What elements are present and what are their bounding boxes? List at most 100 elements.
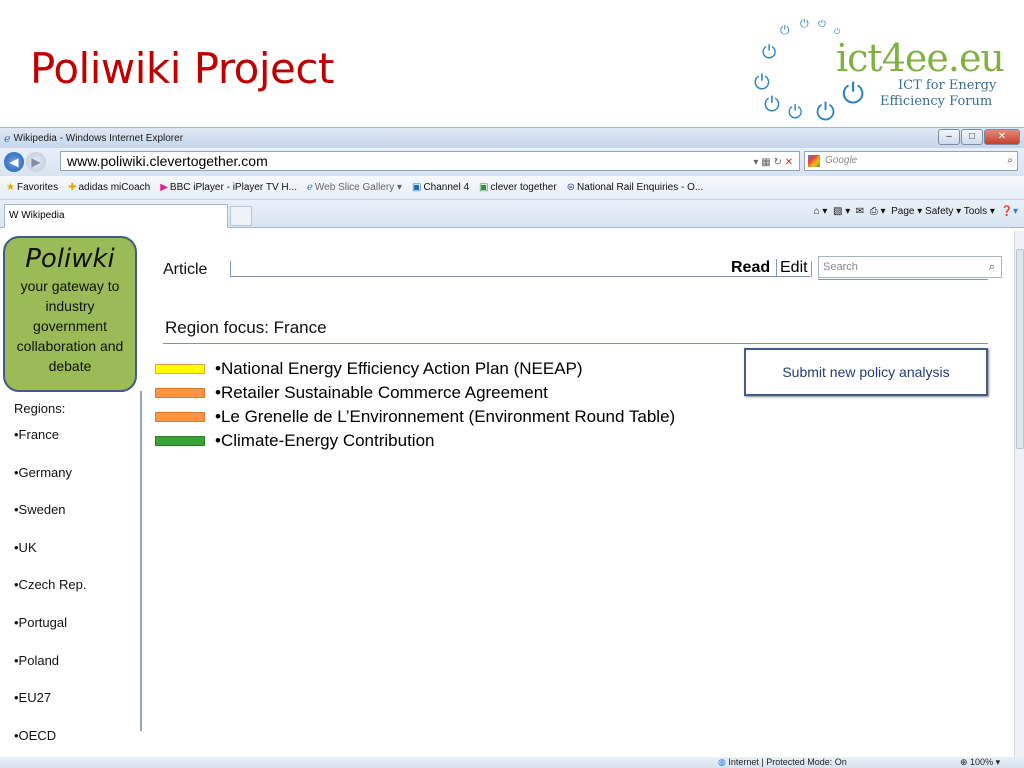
region-link-uk[interactable]: •UK [14, 540, 86, 578]
heading-rule [163, 343, 988, 344]
window-controls: – □ ✕ [937, 129, 1020, 145]
favorite-link[interactable]: ⊜ National Rail Enquiries - O... [567, 182, 704, 193]
help-icon[interactable]: ❓▾ [1001, 206, 1018, 217]
regions-list: •France •Germany •Sweden •UK •Czech Rep.… [14, 427, 86, 765]
policy-item[interactable]: •Climate-Energy Contribution [155, 429, 675, 453]
star-icon: ★ [6, 182, 15, 193]
tab-edit[interactable]: Edit [776, 259, 812, 277]
browser-search-input[interactable]: Google ⌕ [804, 151, 1018, 171]
channel4-icon: ▣ [412, 182, 422, 193]
favorites-button[interactable]: ★ Favorites [6, 182, 58, 193]
policy-color-swatch [155, 388, 205, 398]
page-heading: Region focus: France [165, 318, 327, 337]
security-zone-status: ◍ Internet | Protected Mode: On [718, 757, 847, 767]
address-input[interactable]: www.poliwiki.clevertogether.com ▾ ▦ ↻ ✕ [60, 151, 800, 171]
mail-icon[interactable]: ✉ [856, 206, 864, 217]
maximize-button[interactable]: □ [961, 129, 983, 145]
policy-label: •Climate-Energy Contribution [215, 431, 435, 450]
back-button[interactable]: ◀ [4, 152, 24, 172]
command-bar[interactable]: ⌂ ▾ ▧ ▾ ✉ ⎙ ▾ Page ▾ Safety ▾ Tools ▾ ❓▾ [814, 206, 1018, 217]
power-icon: ⏻ [762, 42, 777, 63]
home-icon[interactable]: ⌂ ▾ [814, 206, 828, 217]
address-bar-row: ◀ ▶ www.poliwiki.clevertogether.com ▾ ▦ … [0, 148, 1024, 176]
favorite-link[interactable]: ✚ adidas miCoach [68, 182, 150, 193]
power-icon: ⏻ [816, 98, 835, 126]
wiki-search-input[interactable]: Search ⌕ [818, 256, 1002, 278]
tab-divider-line [230, 261, 810, 277]
feeds-icon[interactable]: ▧ ▾ [833, 206, 850, 217]
minimize-button[interactable]: – [938, 129, 960, 145]
power-icon: ⏻ [834, 27, 841, 36]
vertical-scrollbar[interactable] [1014, 231, 1024, 757]
policy-item[interactable]: •National Energy Efficiency Action Plan … [155, 357, 675, 381]
tab-read[interactable]: Read [731, 259, 770, 277]
tab-row: W Wikipedia ⌂ ▾ ▧ ▾ ✉ ⎙ ▾ Page ▾ Safety … [0, 200, 1024, 228]
address-icons: ▾ ▦ ↻ ✕ [753, 154, 793, 172]
region-link-poland[interactable]: •Poland [14, 653, 86, 691]
regions-label: Regions: [14, 401, 66, 416]
ie-icon: ℯ [4, 132, 11, 145]
submit-policy-button[interactable]: Submit new policy analysis [744, 348, 988, 396]
poliwiki-logo-title: Poliwki [25, 244, 115, 274]
window-titlebar: ℯ Wikipedia - Windows Internet Explorer … [0, 128, 1024, 148]
tab-article[interactable]: Article [163, 261, 207, 279]
policy-label: •National Energy Efficiency Action Plan … [215, 359, 583, 378]
search-icon[interactable]: ⌕ [989, 257, 995, 277]
stop-icon[interactable]: ✕ [785, 157, 793, 168]
ict4ee-logo: ⏻ ⏻ ⏻ ⏻ ⏻ ⏻ ⏻ ⏻ ⏻ ⏻ ict4ee.eu ICT for En… [748, 14, 1018, 126]
favorite-link[interactable]: ▶ BBC iPlayer - iPlayer TV H... [160, 182, 297, 193]
close-button[interactable]: ✕ [984, 129, 1020, 145]
new-tab-button[interactable] [230, 206, 252, 226]
policy-color-swatch [155, 364, 205, 374]
slide-title: Poliwiki Project [30, 44, 334, 93]
logo-subtitle-line1: ICT for Energy [898, 78, 997, 93]
policy-item[interactable]: •Retailer Sustainable Commerce Agreement [155, 381, 675, 405]
region-link-portugal[interactable]: •Portugal [14, 615, 86, 653]
power-icon: ⏻ [818, 19, 826, 30]
policy-label: •Retailer Sustainable Commerce Agreement [215, 383, 548, 402]
region-link-czech-rep[interactable]: •Czech Rep. [14, 577, 86, 615]
status-bar: ◍ Internet | Protected Mode: On ⊕ 100% ▾ [0, 757, 1024, 768]
forward-button[interactable]: ▶ [26, 152, 46, 172]
favorite-link[interactable]: ▣ Channel 4 [412, 182, 469, 193]
power-icon: ⏻ [842, 77, 865, 110]
policy-list: •National Energy Efficiency Action Plan … [155, 357, 675, 453]
favorite-link[interactable]: ▣ clever together [479, 182, 557, 193]
sidebar-divider [140, 391, 142, 731]
logo-subtitle-line2: Efficiency Forum [880, 94, 993, 109]
zoom-level[interactable]: ⊕ 100% ▾ [960, 757, 1000, 768]
region-link-eu27[interactable]: •EU27 [14, 690, 86, 728]
add-favorite-icon: ✚ [68, 182, 77, 193]
browser-window: ℯ Wikipedia - Windows Internet Explorer … [0, 127, 1024, 768]
poliwiki-logo-box[interactable]: Poliwki your gateway to industry governm… [3, 236, 137, 392]
web-slice-icon: ℯ [306, 182, 313, 193]
power-icon: ⏻ [764, 92, 780, 116]
power-icon: ⏻ [780, 23, 790, 37]
policy-color-swatch [155, 436, 205, 446]
policy-color-swatch [155, 412, 205, 422]
policy-item[interactable]: •Le Grenelle de L’Environnement (Environ… [155, 405, 675, 429]
address-url: www.poliwiki.clevertogether.com [67, 153, 268, 169]
wiki-search-placeholder: Search [823, 261, 858, 273]
region-link-sweden[interactable]: •Sweden [14, 502, 86, 540]
power-icon: ⏻ [800, 17, 809, 30]
globe-icon: ◍ [718, 757, 726, 767]
poliwiki-tagline: your gateway to industry government coll… [16, 278, 124, 374]
region-link-france[interactable]: •France [14, 427, 86, 465]
browser-search-placeholder: Google [825, 155, 858, 166]
browser-tab[interactable]: W Wikipedia [4, 204, 228, 228]
power-icon: ⏻ [788, 102, 803, 123]
scrollbar-thumb[interactable] [1016, 249, 1024, 449]
iplayer-icon: ▶ [160, 182, 168, 193]
print-icon[interactable]: ⎙ ▾ [870, 206, 886, 217]
window-title: Wikipedia - Windows Internet Explorer [13, 132, 184, 144]
search-underline [818, 279, 988, 280]
favorite-link[interactable]: ℯ Web Slice Gallery ▾ [307, 182, 402, 193]
refresh-icon[interactable]: ↻ [773, 157, 781, 168]
region-link-germany[interactable]: •Germany [14, 465, 86, 503]
command-menus[interactable]: Page ▾ Safety ▾ Tools ▾ [891, 206, 995, 217]
dropdown-icon[interactable]: ▾ [753, 157, 758, 168]
search-icon[interactable]: ⌕ [1007, 152, 1013, 170]
wikipedia-icon: W [9, 210, 22, 221]
compat-icon[interactable]: ▦ [761, 157, 770, 168]
